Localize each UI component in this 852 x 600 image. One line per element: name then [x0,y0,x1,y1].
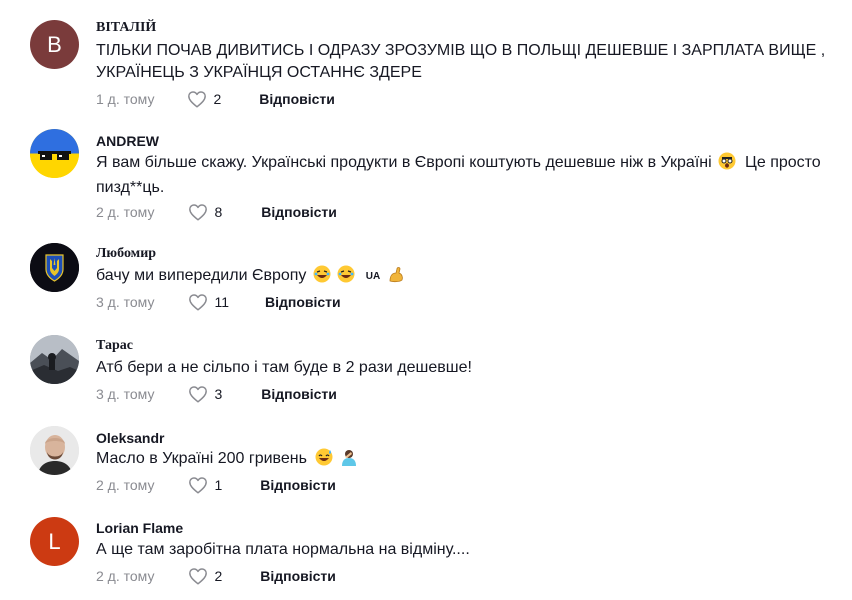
laughing-face-icon [313,265,331,290]
like-button[interactable]: 11 [188,293,229,311]
avatar[interactable] [30,129,79,178]
heart-icon [189,568,208,585]
comment-time: 1 д. тому [96,91,155,107]
reply-button[interactable]: Відповісти [261,386,337,402]
comment-meta: 3 д. тому 11 Відповісти [96,292,341,312]
comment-item: Любомир бачу ми випередили Європу UA 3 д… [0,238,852,318]
comment-meta: 2 д. тому 2 Відповісти [96,566,336,586]
like-count: 1 [214,477,223,493]
reply-button[interactable]: Відповісти [261,204,337,220]
comment-username[interactable]: Любомир [96,246,156,262]
comment-text-body: А ще там заробітна плата нормальна на ві… [96,541,470,558]
comment-meta: 2 д. тому 1 Відповісти [96,475,336,495]
heart-icon [189,204,208,221]
comment-text: Атб бери а не сільпо і там буде в 2 рази… [96,357,852,379]
comment-text-body: Атб бери а не сільпо і там буде в 2 рази… [96,359,472,376]
ua-label: UA [365,271,381,282]
like-count: 8 [214,204,223,220]
comment-text-body: Масло в Україні 200 гривень [96,450,307,467]
comment-meta: 2 д. тому 8 Відповісти [96,202,337,222]
heart-icon [188,91,207,108]
comment-text: ТІЛЬКИ ПОЧАВ ДИВИТИСЬ І ОДРАЗУ ЗРОЗУМІВ … [96,40,852,84]
reply-button[interactable]: Відповісти [260,477,336,493]
like-button[interactable]: 3 [188,385,222,403]
like-count: 2 [213,91,222,107]
like-button[interactable]: 2 [188,567,222,585]
comment-time: 2 д. тому [96,204,155,220]
comment-time: 3 д. тому [96,294,155,310]
sweat-smile-icon [315,448,333,473]
heart-icon [189,386,208,403]
comment-time: 3 д. тому [96,386,155,402]
reply-button[interactable]: Відповісти [260,568,336,584]
comment-time: 2 д. тому [96,477,155,493]
avatar-letter: L [48,528,61,554]
like-button[interactable]: 2 [187,90,221,108]
heart-icon [189,477,208,494]
comment-text: бачу ми випередили Європу UA [96,265,852,290]
like-button[interactable]: 8 [188,203,222,221]
ua-flex-icon: UA [366,266,380,288]
comment-time: 2 д. тому [96,568,155,584]
trident-emblem-icon [30,243,79,292]
comment-text: Я вам більше скажу. Українські продукти … [96,152,846,199]
like-count: 11 [214,294,229,310]
comment-username[interactable]: Тарас [96,338,133,354]
shocked-face-icon [718,152,736,177]
avatar[interactable] [30,243,79,292]
avatar[interactable]: В [30,20,79,69]
comments-list: В ВІТАЛІЙ ТІЛЬКИ ПОЧАВ ДИВИТИСЬ І ОДРАЗУ… [0,0,852,600]
landscape-photo-icon [30,335,79,384]
comment-meta: 3 д. тому 3 Відповісти [96,384,337,404]
like-count: 3 [214,386,223,402]
like-button[interactable]: 1 [188,476,222,494]
comment-text: Масло в Україні 200 гривень [96,448,852,473]
avatar[interactable] [30,335,79,384]
reply-button[interactable]: Відповісти [259,91,335,107]
avatar[interactable] [30,426,79,475]
comment-item: Oleksandr Масло в Україні 200 гривень 2 … [0,422,852,502]
sunglasses-flag-icon [30,129,79,178]
comment-meta: 1 д. тому 2 Відповісти [96,89,335,109]
comment-text-body: Я вам більше скажу. Українські продукти … [96,154,712,171]
comment-username[interactable]: ВІТАЛІЙ [96,20,156,36]
avatar-letter: В [47,31,62,57]
avatar[interactable]: L [30,517,79,566]
comment-username[interactable]: ANDREW [96,133,159,149]
comment-text: А ще там заробітна плата нормальна на ві… [96,539,852,561]
comment-item: L Lorian Flame А ще там заробітна плата … [0,514,852,600]
facepalm-icon [340,448,358,473]
comment-username[interactable]: Oleksandr [96,430,164,446]
comment-text-body: ТІЛЬКИ ПОЧАВ ДИВИТИСЬ І ОДРАЗУ ЗРОЗУМІВ … [96,42,830,81]
heart-icon [189,294,208,311]
laughing-face-icon [337,265,355,290]
portrait-photo-icon [30,426,79,475]
comment-item: В ВІТАЛІЙ ТІЛЬКИ ПОЧАВ ДИВИТИСЬ І ОДРАЗУ… [0,0,852,115]
comment-text-body: бачу ми випередили Європу [96,267,307,284]
like-count: 2 [214,568,223,584]
flexed-biceps-icon [387,265,405,290]
reply-button[interactable]: Відповісти [265,294,341,310]
comment-username[interactable]: Lorian Flame [96,520,183,536]
comment-item: ANDREW Я вам більше скажу. Українські пр… [0,125,852,225]
comment-item: Тарас Атб бери а не сільпо і там буде в … [0,330,852,410]
